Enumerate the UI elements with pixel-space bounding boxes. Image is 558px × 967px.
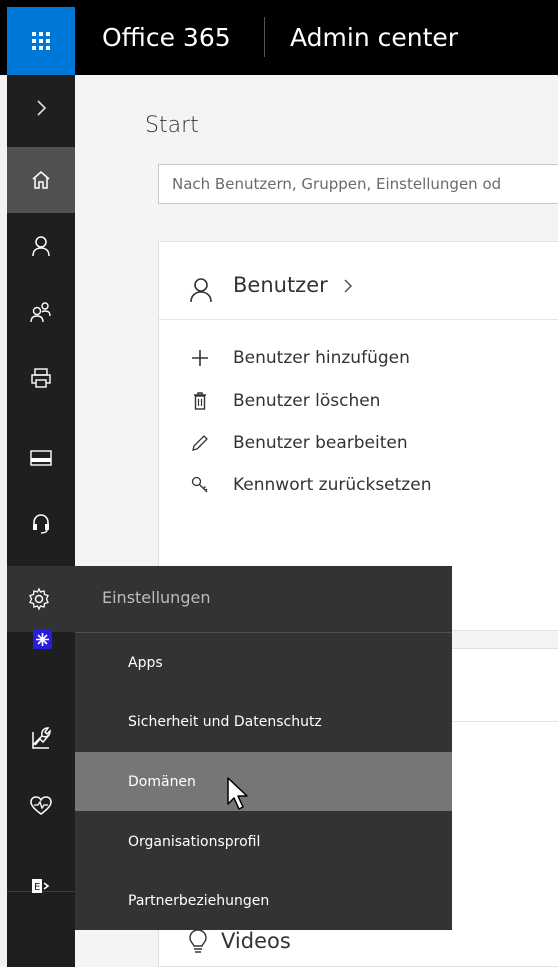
menu-item-domains[interactable]: Domänen — [75, 752, 452, 811]
lightbulb-icon — [189, 929, 207, 953]
app-launcher-button[interactable] — [7, 7, 75, 75]
plus-icon — [192, 350, 208, 366]
app-name[interactable]: Admin center — [290, 14, 458, 62]
key-icon — [191, 476, 208, 493]
heart-pulse-icon — [30, 796, 52, 815]
rail-item-billing[interactable] — [7, 425, 75, 491]
menu-item-partner-relationships[interactable]: Partnerbeziehungen — [75, 871, 452, 930]
edit-user-action[interactable]: Benutzer bearbeiten — [189, 428, 408, 458]
chevron-right-icon — [344, 279, 353, 293]
settings-submenu: Apps Sicherheit und Datenschutz Domänen … — [75, 632, 452, 930]
chevron-right-icon — [37, 100, 47, 116]
trash-icon — [194, 392, 206, 410]
delete-user-action[interactable]: Benutzer löschen — [189, 386, 380, 416]
action-label: Benutzer hinzufügen — [233, 348, 410, 368]
action-label: Kennwort zurücksetzen — [233, 475, 432, 495]
user-icon — [32, 236, 50, 257]
user-icon — [190, 278, 212, 303]
home-icon — [32, 171, 50, 189]
videos-link[interactable]: Videos — [189, 929, 291, 953]
headset-icon — [33, 514, 49, 534]
top-bar: Office 365 Admin center — [0, 0, 558, 75]
rail-item-reports[interactable] — [7, 707, 75, 773]
rail-item-resources[interactable] — [7, 345, 75, 411]
setup-badge — [33, 630, 52, 649]
rail-item-exchange[interactable]: E — [7, 853, 75, 919]
rail-item-home[interactable] — [7, 147, 75, 213]
mouse-cursor-icon — [227, 777, 248, 810]
svg-text:E: E — [34, 882, 40, 893]
users-card-header[interactable]: Benutzer — [159, 242, 558, 320]
page-title: Start — [145, 113, 199, 138]
rail-item-support[interactable] — [7, 491, 75, 557]
app-launcher-icon — [32, 32, 50, 50]
printer-icon — [31, 368, 51, 388]
left-navigation-rail: E — [7, 75, 75, 967]
rail-expand-button[interactable] — [7, 75, 75, 141]
groups-icon — [30, 302, 51, 323]
header-divider — [264, 17, 265, 57]
exchange-icon: E — [32, 879, 50, 893]
rail-item-health[interactable] — [7, 773, 75, 839]
gear-icon — [29, 587, 49, 611]
search-input[interactable]: Nach Benutzern, Gruppen, Einstellungen o… — [158, 164, 558, 204]
rail-item-groups[interactable] — [7, 279, 75, 345]
settings-flyout-title: Einstellungen — [102, 588, 211, 607]
action-label: Benutzer bearbeiten — [233, 433, 408, 453]
menu-item-organization-profile[interactable]: Organisationsprofil — [75, 812, 452, 871]
pencil-icon — [192, 435, 208, 451]
menu-item-security-privacy[interactable]: Sicherheit und Datenschutz — [75, 692, 452, 751]
rail-item-users[interactable] — [7, 213, 75, 279]
users-card-title[interactable]: Benutzer — [233, 273, 328, 297]
action-label: Benutzer löschen — [233, 391, 381, 411]
brand-name[interactable]: Office 365 — [102, 14, 231, 62]
sparkle-icon — [36, 633, 49, 646]
chart-icon — [32, 732, 50, 749]
reset-password-action[interactable]: Kennwort zurücksetzen — [189, 470, 431, 500]
settings-flyout-header[interactable]: Einstellungen — [7, 566, 452, 632]
credit-card-icon — [30, 450, 52, 466]
add-user-action[interactable]: Benutzer hinzufügen — [189, 343, 410, 373]
videos-label: Videos — [221, 929, 291, 953]
menu-item-apps[interactable]: Apps — [75, 633, 452, 692]
